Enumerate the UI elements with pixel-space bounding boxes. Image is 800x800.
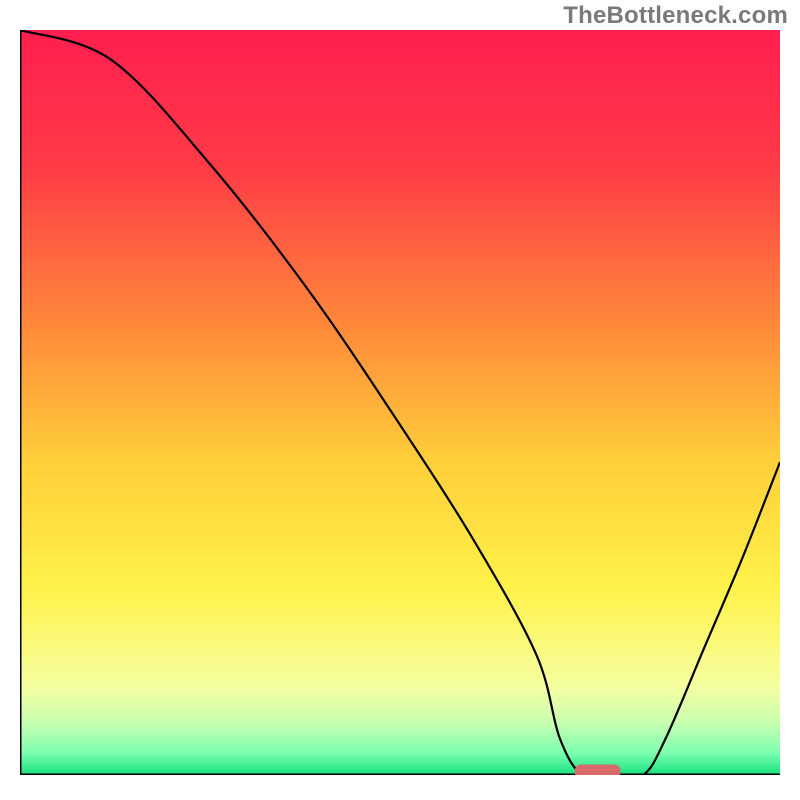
chart-svg — [20, 30, 780, 775]
optimal-marker — [575, 765, 621, 775]
plot-area — [20, 30, 780, 775]
chart-container: TheBottleneck.com — [0, 0, 800, 800]
gradient-background — [20, 30, 780, 775]
watermark-label: TheBottleneck.com — [563, 2, 788, 30]
